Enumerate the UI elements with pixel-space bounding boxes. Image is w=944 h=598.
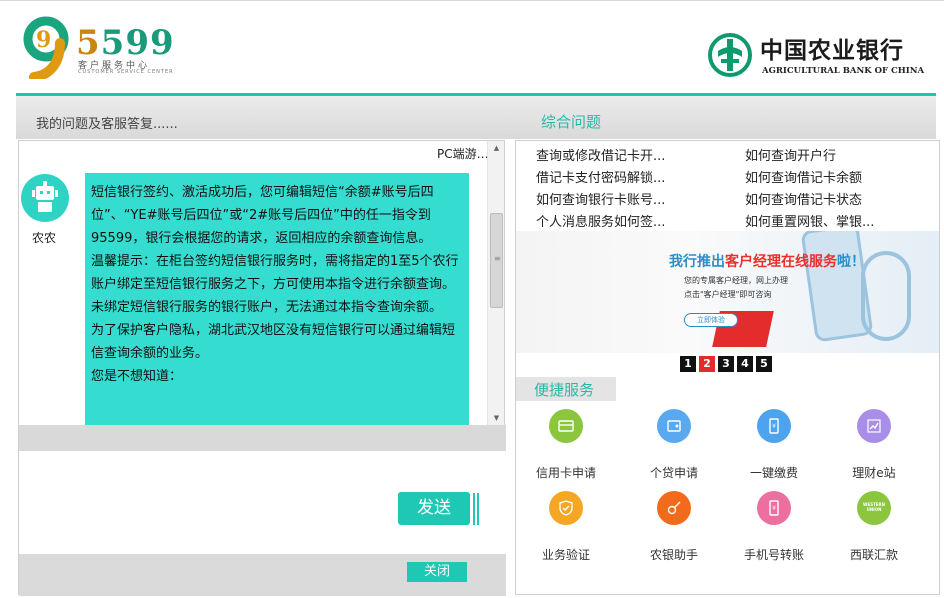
western-union-icon: WESTERN UNION bbox=[857, 491, 891, 525]
banner-text: 点击"客户经理"即可咨询 bbox=[684, 290, 772, 299]
service-phone-transfer[interactable]: ¥ 手机号转账 bbox=[724, 491, 824, 563]
scroll-up-arrow-icon[interactable]: ▲ bbox=[488, 141, 505, 155]
wallet-icon bbox=[657, 409, 691, 443]
service-label: 农银助手 bbox=[649, 548, 698, 562]
bank-name-cn: 中国农业银行 bbox=[760, 37, 904, 64]
payment-phone-icon: ¥ bbox=[757, 409, 791, 443]
chat-panel: PC端游… 农农 短信银行签约、激活成功后，您可编辑短信“余额#账号后四位”、“… bbox=[18, 140, 506, 596]
faq-item[interactable]: 如何查询借记卡余额 bbox=[745, 167, 862, 186]
chart-up-icon bbox=[857, 409, 891, 443]
channel-tag: PC端游… bbox=[437, 147, 489, 161]
faq-item[interactable]: 查询或修改借记卡开... bbox=[536, 145, 665, 164]
service-credit-card[interactable]: 信用卡申请 bbox=[516, 409, 616, 481]
service-label: 手机号转账 bbox=[743, 548, 804, 562]
robot-icon bbox=[32, 181, 58, 212]
faq-item[interactable]: 个人消息服务如何签... bbox=[536, 211, 665, 230]
service-personal-loan[interactable]: 个贷申请 bbox=[624, 409, 724, 481]
banner-button[interactable]: 立即体验 bbox=[684, 313, 738, 327]
page-header: 9 5599 客户服务中心 CUSTOMER SERVICE CENTER 中国… bbox=[0, 0, 944, 93]
close-button[interactable]: 关闭 bbox=[407, 562, 467, 582]
banner-pager: 1 2 3 4 5 bbox=[680, 356, 772, 372]
svg-text:¥: ¥ bbox=[772, 423, 776, 430]
shield-check-icon bbox=[549, 491, 583, 525]
agent-message-bubble: 短信银行签约、激活成功后，您可编辑短信“余额#账号后四位”、“YE#账号后四位”… bbox=[85, 173, 469, 425]
scrollbar-thumb[interactable]: ≡ bbox=[490, 213, 503, 308]
service-label: 一键缴费 bbox=[749, 466, 798, 480]
message-paragraph: 为了保护客户隐私，湖北武汉地区没有短信银行可以通过编辑短信查询余额的业务。 bbox=[91, 323, 456, 361]
svg-text:9: 9 bbox=[36, 27, 51, 53]
pager-dot[interactable]: 1 bbox=[680, 356, 696, 372]
svg-text:¥: ¥ bbox=[772, 505, 776, 512]
banner-title: 我行推出客户经理在线服务啦！ bbox=[669, 254, 865, 270]
service-label: 西联汇款 bbox=[849, 548, 898, 562]
credit-card-icon bbox=[549, 409, 583, 443]
message-paragraph: 您是不想知道： bbox=[91, 369, 183, 384]
agent-avatar bbox=[21, 174, 69, 222]
send-options-toggle[interactable] bbox=[473, 493, 479, 525]
service-wealth-station[interactable]: 理财e站 bbox=[824, 409, 924, 481]
general-questions-title: 综合问题 bbox=[541, 113, 602, 131]
hotline-95599-logo: 9 5599 客户服务中心 CUSTOMER SERVICE CENTER bbox=[14, 13, 174, 81]
agent-name: 农农 bbox=[32, 231, 57, 245]
pager-dot[interactable]: 4 bbox=[737, 356, 753, 372]
pager-dot-active[interactable]: 2 bbox=[699, 356, 715, 372]
promo-banner[interactable]: 我行推出客户经理在线服务啦！ 您的专属客户经理，网上办理 点击"客户经理"即可咨… bbox=[516, 231, 939, 353]
hotline-number: 5599 bbox=[76, 23, 175, 63]
faq-item[interactable]: 如何查询银行卡账号... bbox=[536, 189, 665, 208]
faq-item[interactable]: 如何查询开户行 bbox=[745, 145, 836, 164]
service-label: 理财e站 bbox=[852, 466, 896, 480]
banner-text: 您的专属客户经理，网上办理 bbox=[684, 276, 788, 285]
magnifier-illustration-icon bbox=[861, 251, 911, 341]
message-paragraph: 温馨提示：在柜台签约短信银行服务时，需将指定的1至5个农行账户绑定至短信银行服务… bbox=[91, 254, 459, 315]
bank-name-en: AGRICULTURAL BANK OF CHINA bbox=[762, 66, 925, 76]
input-toolbar bbox=[19, 425, 506, 451]
hotline-subtitle-en: CUSTOMER SERVICE CENTER bbox=[78, 69, 174, 75]
service-label: 个贷申请 bbox=[649, 466, 698, 480]
service-business-verify[interactable]: 业务验证 bbox=[516, 491, 616, 563]
service-one-click-pay[interactable]: ¥ 一键缴费 bbox=[724, 409, 824, 481]
quick-services-header: 便捷服务 bbox=[516, 377, 616, 401]
abc-bank-logo-icon bbox=[708, 33, 752, 77]
faq-item[interactable]: 如何查询借记卡状态 bbox=[745, 189, 862, 208]
title-bar: 我的问题及客服答复...... 综合问题 bbox=[16, 93, 936, 139]
svg-text:UNION: UNION bbox=[867, 507, 882, 512]
chat-history[interactable]: PC端游… 农农 短信银行签约、激活成功后，您可编辑短信“余额#账号后四位”、“… bbox=[19, 141, 506, 425]
send-button[interactable]: 发送 bbox=[398, 492, 470, 525]
quick-services-title: 便捷服务 bbox=[534, 381, 595, 399]
phone-transfer-icon: ¥ bbox=[757, 491, 791, 525]
faq-item[interactable]: 借记卡支付密码解锁... bbox=[536, 167, 665, 186]
pager-dot[interactable]: 3 bbox=[718, 356, 734, 372]
scroll-down-arrow-icon[interactable]: ▼ bbox=[488, 411, 505, 425]
message-paragraph: 短信银行签约、激活成功后，您可编辑短信“余额#账号后四位”、“YE#账号后四位”… bbox=[91, 185, 434, 246]
service-label: 信用卡申请 bbox=[535, 466, 596, 480]
right-panel: 查询或修改借记卡开... 如何查询开户行 借记卡支付密码解锁... 如何查询借记… bbox=[515, 140, 940, 595]
service-abc-assistant[interactable]: 农银助手 bbox=[624, 491, 724, 563]
nine-logo-icon: 9 bbox=[23, 16, 69, 79]
chat-scrollbar[interactable]: ▲ ≡ ▼ bbox=[487, 141, 504, 425]
service-western-union[interactable]: WESTERN UNION 西联汇款 bbox=[824, 491, 924, 563]
pager-dot[interactable]: 5 bbox=[756, 356, 772, 372]
faq-item[interactable]: 如何重置网银、掌银... bbox=[745, 211, 874, 230]
key-icon bbox=[657, 491, 691, 525]
my-questions-tab[interactable]: 我的问题及客服答复...... bbox=[36, 113, 178, 132]
service-label: 业务验证 bbox=[541, 548, 590, 562]
